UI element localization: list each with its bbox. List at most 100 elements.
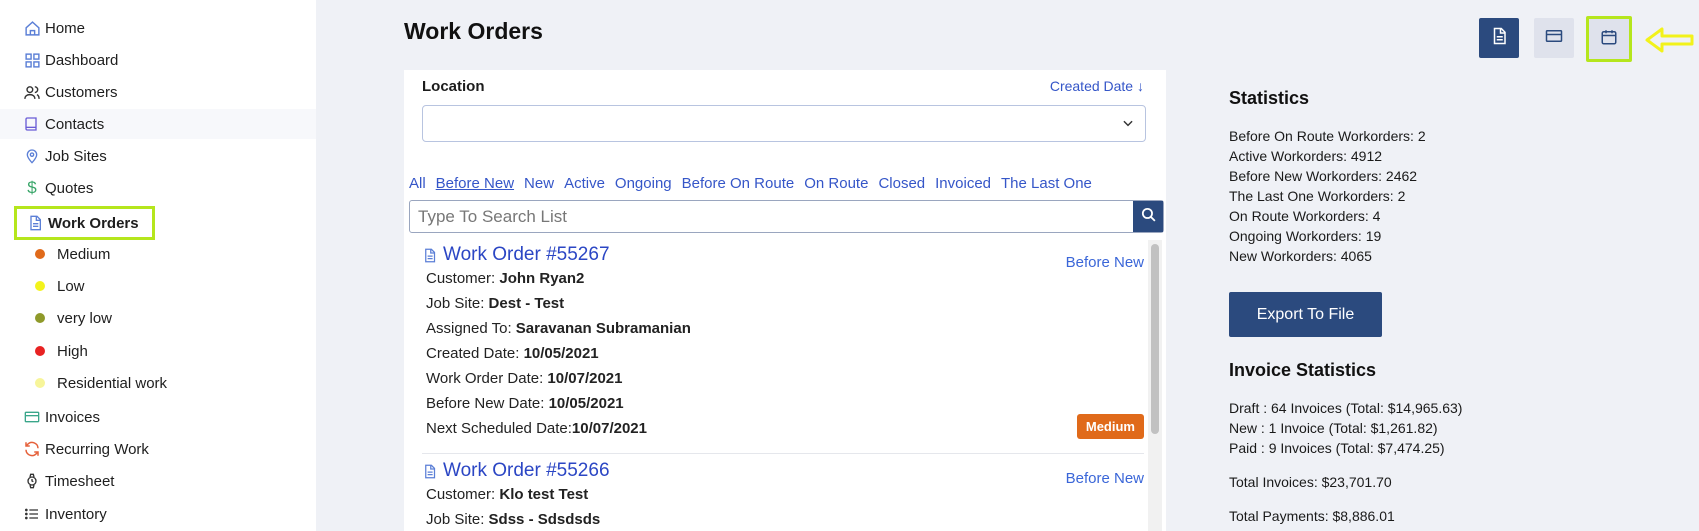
list-scrollbar[interactable] — [1148, 240, 1162, 531]
status-filter-tabs: All Before New New Active Ongoing Before… — [409, 175, 1102, 192]
work-order-field: Assigned To: Saravanan Subramanian — [426, 320, 691, 337]
sidebar-item-label: Recurring Work — [45, 440, 149, 458]
sidebar-item-label: Dashboard — [45, 51, 119, 69]
refresh-icon — [22, 439, 42, 459]
dashboard-icon — [22, 50, 42, 70]
sidebar-item-contacts[interactable]: Contacts — [0, 109, 316, 139]
credit-card-icon — [1544, 27, 1564, 50]
priority-badge: Medium — [1076, 414, 1144, 439]
tab-active[interactable]: Active — [564, 175, 605, 192]
tab-before-on-route[interactable]: Before On Route — [682, 175, 795, 192]
tab-all[interactable]: All — [409, 175, 426, 192]
stat-line: On Route Workorders: 4 — [1229, 208, 1381, 224]
sidebar-item-label: Home — [45, 19, 86, 37]
sidebar-item-customers[interactable]: Customers — [22, 77, 118, 107]
export-to-file-button[interactable]: Export To File — [1229, 292, 1382, 337]
invoice-stat-line: Paid : 9 Invoices (Total: $7,474.25) — [1229, 440, 1445, 456]
work-order-card[interactable]: Work Order #55267 Before New Customer: J… — [422, 244, 1144, 441]
stat-line: Ongoing Workorders: 19 — [1229, 228, 1382, 244]
list-view-button[interactable] — [1479, 18, 1519, 58]
calendar-view-button[interactable] — [1586, 16, 1632, 62]
work-order-field: Job Site: Dest - Test — [426, 295, 565, 312]
statistics-heading: Statistics — [1229, 88, 1310, 108]
sidebar-item-invoices[interactable]: Invoices — [22, 402, 100, 432]
tab-the-last-one[interactable]: The Last One — [1001, 175, 1092, 192]
priority-item-residential-work[interactable]: Residential work — [35, 368, 167, 398]
sidebar-item-recurring-work[interactable]: Recurring Work — [22, 434, 149, 464]
priority-item-high[interactable]: High — [35, 336, 88, 366]
work-order-number: Work Order #55267 — [443, 244, 610, 265]
sidebar: Home Dashboard Customers Contacts Job Si… — [0, 0, 316, 531]
work-order-field: Customer: Klo test Test — [426, 486, 589, 503]
sort-created-date-link[interactable]: Created Date ↓ — [1050, 78, 1144, 94]
home-icon — [22, 18, 42, 38]
search-input[interactable] — [410, 201, 1133, 232]
work-order-number: Work Order #55266 — [443, 460, 610, 481]
search-bar — [409, 200, 1164, 233]
watch-icon — [22, 471, 42, 491]
stat-line: New Workorders: 4065 — [1229, 248, 1372, 264]
sidebar-item-dashboard[interactable]: Dashboard — [22, 45, 118, 75]
stat-line: Active Workorders: 4912 — [1229, 148, 1383, 164]
work-order-status: Before New — [1065, 254, 1144, 271]
work-order-field: Next Scheduled Date:10/07/2021 — [426, 420, 647, 437]
work-order-list-panel: Location Created Date ↓ All Before New N… — [404, 70, 1166, 531]
tab-closed[interactable]: Closed — [878, 175, 925, 192]
tab-before-new[interactable]: Before New — [436, 175, 514, 192]
document-icon — [422, 247, 437, 264]
priority-label: Medium — [57, 245, 111, 263]
document-icon — [1490, 26, 1508, 51]
priority-label: Residential work — [57, 374, 168, 392]
tab-on-route[interactable]: On Route — [804, 175, 868, 192]
sidebar-item-label: Customers — [45, 83, 118, 101]
location-label: Location — [422, 78, 485, 95]
sidebar-item-label: Contacts — [45, 115, 105, 133]
priority-dot — [35, 281, 45, 291]
sidebar-item-home[interactable]: Home — [22, 13, 85, 43]
sidebar-item-label: Inventory — [45, 505, 107, 523]
search-icon — [1140, 206, 1157, 228]
work-order-title[interactable]: Work Order #55266 — [422, 460, 1144, 482]
search-button[interactable] — [1133, 201, 1163, 232]
priority-item-very-low[interactable]: very low — [35, 303, 112, 333]
map-pin-icon — [22, 146, 42, 166]
priority-label: very low — [57, 309, 113, 327]
priority-item-medium[interactable]: Medium — [35, 239, 110, 269]
priority-label: High — [57, 342, 88, 360]
sidebar-item-timesheet[interactable]: Timesheet — [22, 466, 114, 496]
tab-ongoing[interactable]: Ongoing — [615, 175, 672, 192]
calendar-icon — [1600, 28, 1618, 51]
stat-line: The Last One Workorders: 2 — [1229, 188, 1406, 204]
sidebar-item-job-sites[interactable]: Job Sites — [22, 141, 107, 171]
tab-invoiced[interactable]: Invoiced — [935, 175, 991, 192]
tab-new[interactable]: New — [524, 175, 554, 192]
document-icon — [25, 213, 45, 233]
sidebar-item-label: Job Sites — [45, 147, 107, 165]
card-view-button[interactable] — [1534, 18, 1574, 58]
sidebar-item-work-orders[interactable]: Work Orders — [14, 206, 155, 240]
work-order-field: Created Date: 10/05/2021 — [426, 345, 599, 362]
sidebar-item-label: Invoices — [45, 408, 101, 426]
work-order-title[interactable]: Work Order #55267 — [422, 244, 1144, 266]
sidebar-item-label: Work Orders — [48, 214, 139, 232]
work-order-status: Before New — [1065, 470, 1144, 487]
book-icon — [22, 114, 42, 134]
dollar-icon: $ — [27, 178, 37, 197]
priority-item-low[interactable]: Low — [35, 271, 85, 301]
chevron-down-icon — [1121, 116, 1135, 135]
location-select[interactable] — [422, 105, 1146, 142]
sidebar-item-inventory[interactable]: Inventory — [22, 499, 107, 529]
list-icon — [22, 504, 42, 524]
arrow-left-icon — [1644, 26, 1696, 59]
work-order-card[interactable]: Work Order #55266 Before New Customer: K… — [422, 460, 1144, 531]
sidebar-item-label: Quotes — [45, 179, 94, 197]
invoice-statistics-heading: Invoice Statistics — [1229, 360, 1377, 380]
priority-dot — [35, 346, 45, 356]
priority-dot — [35, 249, 45, 259]
sidebar-item-quotes[interactable]: $ Quotes — [22, 173, 93, 203]
invoice-stat-line: Draft : 64 Invoices (Total: $14,965.63) — [1229, 400, 1463, 416]
priority-label: Low — [57, 277, 85, 295]
users-icon — [22, 82, 42, 102]
work-order-field: Work Order Date: 10/07/2021 — [426, 370, 623, 387]
scrollbar-thumb[interactable] — [1151, 244, 1159, 434]
